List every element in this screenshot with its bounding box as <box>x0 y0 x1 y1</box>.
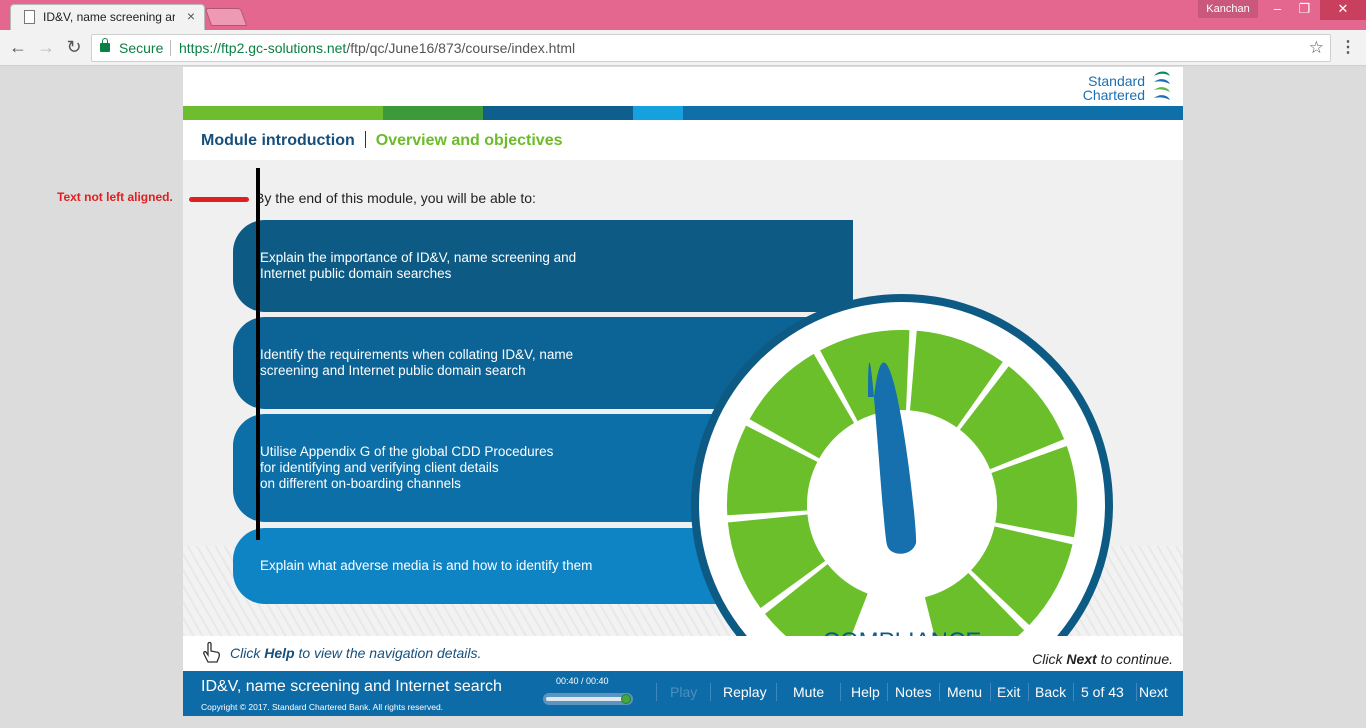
breadcrumb: Module introduction Overview and objectiv… <box>201 131 563 150</box>
course-title: ID&V, name screening and Internet search <box>201 678 502 695</box>
objective-2-text: Identify the requirements when collating… <box>260 347 574 378</box>
page-icon <box>24 10 35 24</box>
help-instruction: Click Help to view the navigation detail… <box>230 645 481 661</box>
help-text-pre: Click <box>230 645 265 661</box>
stripe-segment <box>633 106 683 120</box>
bookmark-star-icon[interactable]: ☆ <box>1309 35 1324 61</box>
address-bar[interactable]: Secure https://ftp2.gc-solutions.net/ftp… <box>91 34 1331 62</box>
nav-divider <box>710 683 711 701</box>
breadcrumb-divider <box>364 131 366 148</box>
browser-tab-active[interactable]: ID&V, name screening ar × <box>10 4 205 30</box>
page-counter: 5 of 43 <box>1081 684 1124 700</box>
next-hint-pre: Click <box>1032 651 1067 667</box>
divider <box>170 40 171 56</box>
stripe-segment <box>383 106 483 120</box>
close-window-icon[interactable]: ✕ <box>1320 0 1366 20</box>
course-player: Standard Chartered Module introduction Ov… <box>183 67 1183 716</box>
tab-close-icon[interactable]: × <box>187 8 195 24</box>
objective-3-text: Utilise Appendix G of the global CDD Pro… <box>260 444 554 491</box>
menu-button[interactable]: Menu <box>947 684 982 700</box>
tab-title: ID&V, name screening ar <box>43 10 175 24</box>
breadcrumb-module: Module introduction <box>201 132 355 149</box>
restore-icon[interactable]: ❐ <box>1291 0 1318 20</box>
back-arrow-icon[interactable]: ← <box>6 36 30 60</box>
breadcrumb-section: Overview and objectives <box>375 132 563 149</box>
slide-content: By the end of this module, you will be a… <box>183 160 1183 636</box>
alignment-marker <box>256 168 260 540</box>
nav-divider <box>776 683 777 701</box>
review-annotation: Text not left aligned. <box>57 190 173 204</box>
notes-button[interactable]: Notes <box>895 684 932 700</box>
objective-4-text: Explain what adverse media is and how to… <box>260 558 593 573</box>
profile-name[interactable]: Kanchan <box>1198 0 1258 18</box>
new-tab-button[interactable] <box>204 8 248 26</box>
url-path: /ftp/qc/June16/873/course/index.html <box>346 40 576 56</box>
forward-arrow-icon[interactable]: → <box>34 36 58 60</box>
audio-progress-fill <box>546 697 626 701</box>
brand-line-2: Chartered <box>1082 87 1145 103</box>
brand-line-1: Standard <box>1088 73 1145 89</box>
brand-name: Standard Chartered <box>1083 74 1145 102</box>
compliance-gauge: COMPLIANCE <box>691 294 1113 636</box>
nav-divider <box>990 683 991 701</box>
nav-divider <box>939 683 940 701</box>
audio-timer: 00:40 / 00:40 <box>556 676 609 686</box>
replay-button[interactable]: Replay <box>723 684 767 700</box>
audio-progress-slider[interactable] <box>543 693 633 705</box>
mute-button[interactable]: Mute <box>793 684 824 700</box>
nav-divider <box>840 683 841 701</box>
reload-icon[interactable]: ↻ <box>62 36 86 60</box>
nav-divider <box>1073 683 1074 701</box>
url-text[interactable]: https://ftp2.gc-solutions.net/ftp/qc/Jun… <box>179 35 575 61</box>
lock-icon <box>100 38 110 52</box>
nav-divider <box>887 683 888 701</box>
objective-1-text: Explain the importance of ID&V, name scr… <box>260 250 577 281</box>
intro-text: By the end of this module, you will be a… <box>255 190 536 206</box>
back-button[interactable]: Back <box>1035 684 1066 700</box>
browser-toolbar: ← → ↻ Secure https://ftp2.gc-solutions.n… <box>0 30 1366 66</box>
nav-divider <box>1028 683 1029 701</box>
next-hint-bold: Next <box>1066 651 1097 667</box>
stripe-segment <box>683 106 1183 120</box>
next-button[interactable]: Next <box>1139 684 1168 700</box>
stripe-segment <box>183 106 383 120</box>
help-button[interactable]: Help <box>851 684 880 700</box>
next-hint-post: to continue. <box>1096 651 1173 667</box>
gauge-label: COMPLIANCE <box>823 628 982 636</box>
exit-button[interactable]: Exit <box>997 684 1020 700</box>
stripe-segment <box>483 106 633 120</box>
copyright: Copyright © 2017. Standard Chartered Ban… <box>201 702 444 712</box>
nav-divider <box>656 683 657 701</box>
help-bar: Click Help to view the navigation detail… <box>183 636 1183 671</box>
hand-pointer-icon <box>203 641 221 663</box>
standard-chartered-logo-icon <box>1154 71 1170 100</box>
play-button[interactable]: Play <box>670 684 697 700</box>
audio-progress-knob[interactable] <box>621 694 631 704</box>
annotation-arrow <box>189 197 249 202</box>
browser-titlebar: ID&V, name screening ar × Kanchan – ❐ ✕ <box>0 0 1366 30</box>
next-instruction: Click Next to continue. <box>1032 651 1173 667</box>
secure-label: Secure <box>119 40 164 56</box>
brand-color-stripe <box>183 106 1183 120</box>
help-text-bold: Help <box>264 645 295 661</box>
help-text-post: to view the navigation details. <box>294 645 482 661</box>
player-footer: ID&V, name screening and Internet search… <box>183 671 1183 716</box>
url-host: https://ftp2.gc-solutions.net <box>179 40 347 56</box>
browser-menu-icon[interactable]: ⋮ <box>1340 37 1356 57</box>
nav-divider <box>1136 683 1137 701</box>
minimize-icon[interactable]: – <box>1264 0 1291 20</box>
